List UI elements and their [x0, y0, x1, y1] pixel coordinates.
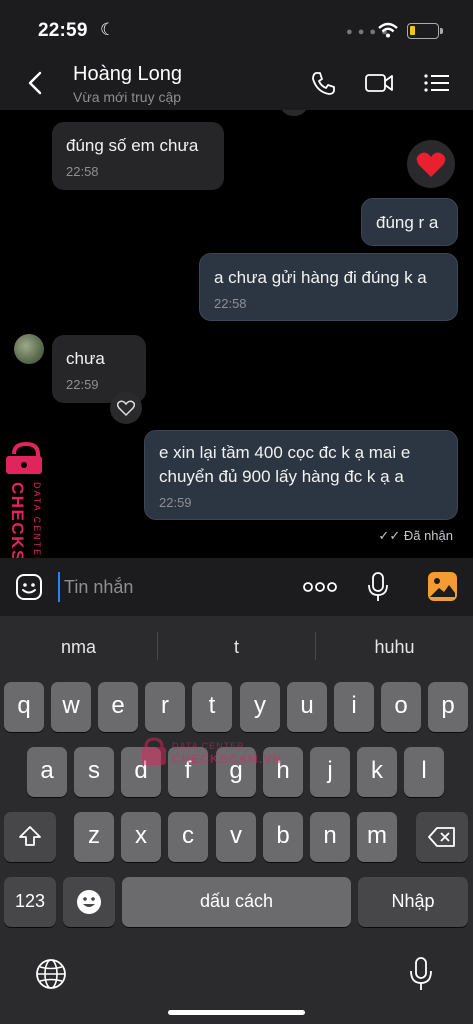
- emoji-icon: [77, 890, 101, 914]
- chat-header: Hoàng Long Vừa mới truy cập: [0, 56, 473, 110]
- key-l[interactable]: l: [404, 747, 444, 797]
- battery-icon: [407, 23, 443, 39]
- key-a[interactable]: a: [27, 747, 67, 797]
- message-text: a chưa gửi hàng đi đúng k a: [214, 268, 427, 287]
- message-bubble-outgoing[interactable]: a chưa gửi hàng đi đúng k a 22:58: [199, 253, 458, 321]
- key-e[interactable]: e: [98, 682, 138, 732]
- message-text: đúng r a: [376, 213, 439, 232]
- key-y[interactable]: y: [240, 682, 280, 732]
- suggestion-item[interactable]: t: [158, 616, 315, 678]
- message-bubble-outgoing[interactable]: e xin lại tầm 400 cọc đc k ạ mai e chuyể…: [144, 430, 458, 520]
- gallery-icon[interactable]: [427, 571, 458, 602]
- key-i[interactable]: i: [334, 682, 374, 732]
- numbers-key[interactable]: 123: [4, 877, 56, 927]
- key-p[interactable]: p: [428, 682, 468, 732]
- key-n[interactable]: n: [310, 812, 350, 862]
- svg-text:DATA CENTER: DATA CENTER: [32, 482, 42, 566]
- message-bubble-outgoing[interactable]: đúng r a: [361, 198, 458, 246]
- composer-bar: [0, 558, 473, 616]
- suggestion-item[interactable]: huhu: [316, 616, 473, 678]
- key-t[interactable]: t: [192, 682, 232, 732]
- message-time: 22:58: [66, 164, 99, 179]
- dictation-mic-icon[interactable]: [408, 956, 434, 992]
- microphone-icon[interactable]: [366, 571, 390, 603]
- key-o[interactable]: o: [381, 682, 421, 732]
- message-time: 22:58: [214, 296, 247, 311]
- watermark-center: DATA CENTER CHECKSCAM.VN: [140, 733, 300, 773]
- message-list[interactable]: đúng số em chưa 22:58 đúng r a a chưa gử…: [0, 110, 473, 558]
- key-r[interactable]: r: [145, 682, 185, 732]
- delivery-status: ✓✓ Đã nhận: [378, 528, 453, 544]
- return-key[interactable]: Nhập: [358, 877, 468, 927]
- keyboard: nma t huhu q w e r t y u i o p a s d f g…: [0, 616, 473, 1024]
- heart-reaction-icon[interactable]: [407, 140, 455, 188]
- home-indicator[interactable]: [168, 1010, 305, 1015]
- sticker-icon[interactable]: [14, 572, 44, 602]
- video-call-icon[interactable]: [364, 70, 394, 96]
- key-k[interactable]: k: [357, 747, 397, 797]
- key-m[interactable]: m: [357, 812, 397, 862]
- wifi-icon: [378, 22, 398, 38]
- avatar[interactable]: [14, 334, 44, 364]
- key-z[interactable]: z: [74, 812, 114, 862]
- key-b[interactable]: b: [263, 812, 303, 862]
- message-text: e xin lại tầm 400 cọc đc k ạ mai e chuyể…: [159, 443, 411, 486]
- delivery-status-text: Đã nhận: [403, 528, 453, 543]
- svg-text:CHECKSCAM.VN: CHECKSCAM.VN: [172, 752, 282, 766]
- message-time: 22:59: [159, 495, 192, 510]
- status-time: 22:59: [38, 20, 88, 41]
- space-key[interactable]: dấu cách: [122, 877, 351, 927]
- key-s[interactable]: s: [74, 747, 114, 797]
- more-options-icon[interactable]: [302, 574, 338, 600]
- moon-icon: ☾: [100, 20, 116, 39]
- contact-status: Vừa mới truy cập: [73, 89, 182, 105]
- message-time: 22:59: [66, 377, 99, 392]
- key-c[interactable]: c: [168, 812, 208, 862]
- back-chevron-icon[interactable]: [24, 70, 48, 96]
- heart-outline-icon[interactable]: [110, 392, 142, 424]
- message-text: chưa: [66, 349, 105, 368]
- key-w[interactable]: w: [51, 682, 91, 732]
- shift-arrow-icon: [19, 826, 41, 846]
- status-bar: 22:59 ☾ ● ● ● ●: [0, 0, 473, 56]
- key-x[interactable]: x: [121, 812, 161, 862]
- reaction-chip[interactable]: [280, 110, 308, 116]
- shift-key[interactable]: [4, 812, 56, 862]
- menu-list-icon[interactable]: [422, 70, 452, 96]
- emoji-key[interactable]: [63, 877, 115, 927]
- key-j[interactable]: j: [310, 747, 350, 797]
- key-u[interactable]: u: [287, 682, 327, 732]
- globe-icon[interactable]: [35, 958, 67, 990]
- key-q[interactable]: q: [4, 682, 44, 732]
- suggestion-item[interactable]: nma: [0, 616, 157, 678]
- svg-text:DATA CENTER: DATA CENTER: [172, 741, 245, 751]
- phone-icon[interactable]: [309, 70, 339, 96]
- suggestion-bar: nma t huhu: [0, 616, 473, 678]
- double-check-icon: ✓✓: [378, 528, 401, 543]
- contact-name[interactable]: Hoàng Long: [73, 63, 182, 86]
- message-bubble-incoming[interactable]: đúng số em chưa 22:58: [52, 122, 224, 190]
- message-input[interactable]: [58, 572, 288, 602]
- backspace-icon: [428, 827, 455, 847]
- key-v[interactable]: v: [216, 812, 256, 862]
- message-text: đúng số em chưa: [66, 136, 199, 155]
- delete-key[interactable]: [416, 812, 468, 862]
